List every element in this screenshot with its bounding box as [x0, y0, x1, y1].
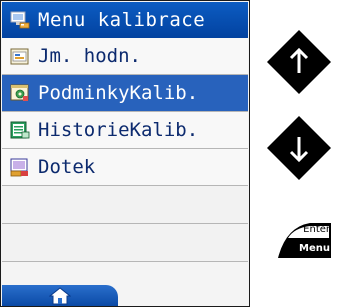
- monitor-icon: [10, 11, 30, 29]
- home-icon: [49, 286, 71, 304]
- home-button[interactable]: [2, 285, 118, 306]
- menu-title-bar: Menu kalibrace: [2, 2, 248, 38]
- enter-label: Enter: [303, 224, 330, 235]
- menu-item-jm-hodn[interactable]: Jm. hodn.: [2, 38, 248, 75]
- menu-item-label: PodminkyKalib.: [38, 82, 199, 104]
- menu-item-label: Dotek: [38, 156, 96, 178]
- enter-menu-button[interactable]: Enter Menu: [276, 221, 332, 259]
- screen: Menu kalibrace Jm. hodn. PodminkyKalib.: [0, 0, 363, 307]
- menu-label: Menu: [299, 243, 330, 254]
- menu-item-label: HistorieKalib.: [38, 119, 199, 141]
- history-list-icon: [10, 121, 30, 139]
- menu-item-podminky-kalib[interactable]: PodminkyKalib.: [2, 75, 248, 112]
- calibration-menu-panel: Menu kalibrace Jm. hodn. PodminkyKalib.: [0, 0, 250, 307]
- settings-window-icon: [10, 84, 29, 101]
- touch-screen-icon: [10, 158, 28, 177]
- menu-item-historie-kalib[interactable]: HistorieKalib.: [2, 112, 248, 149]
- empty-menu-row: [2, 186, 248, 224]
- menu-item-label: Jm. hodn.: [38, 45, 141, 67]
- menu-item-dotek[interactable]: Dotek: [2, 149, 248, 186]
- menu-footer: [2, 281, 248, 306]
- folder-icon: [10, 48, 29, 65]
- empty-menu-row: [2, 224, 248, 262]
- menu-title: Menu kalibrace: [38, 9, 206, 31]
- scroll-down-button[interactable]: [266, 115, 332, 181]
- scroll-up-button[interactable]: [266, 29, 332, 95]
